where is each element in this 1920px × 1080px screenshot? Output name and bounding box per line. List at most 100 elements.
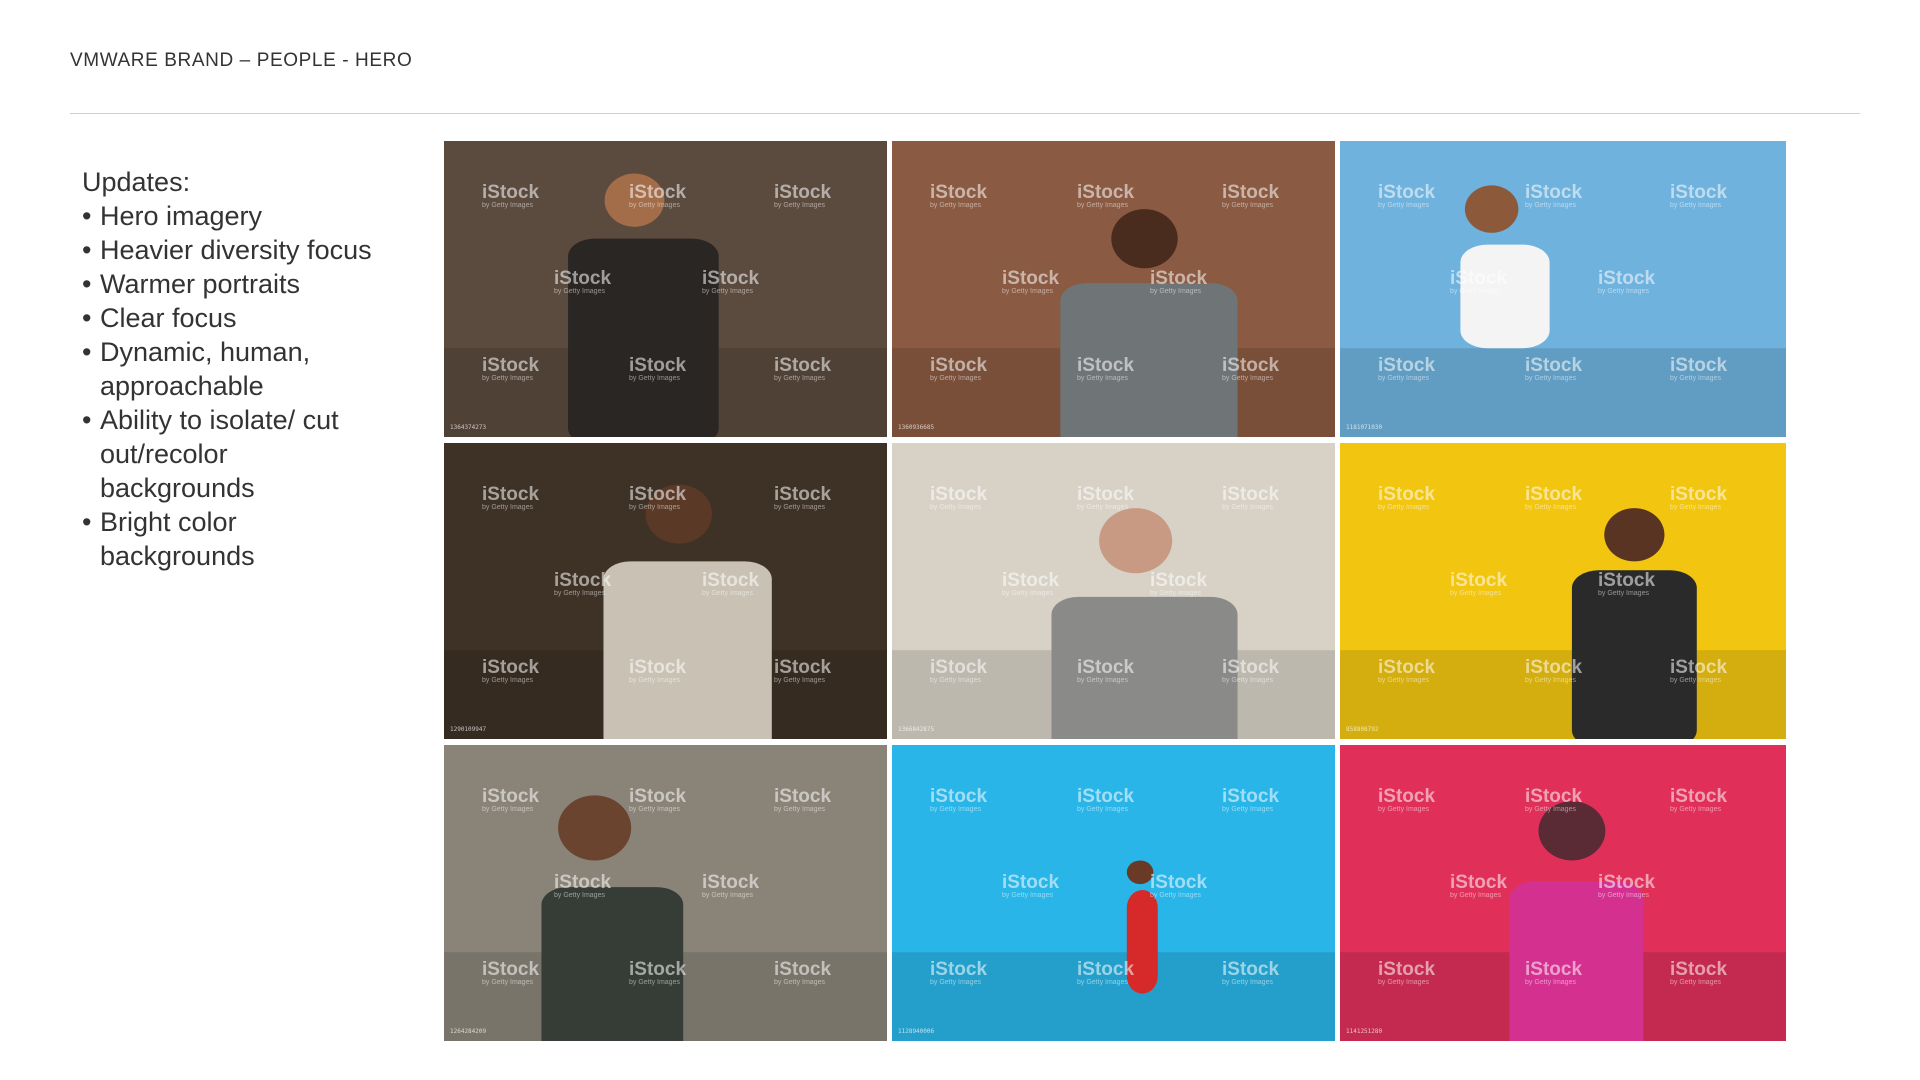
istock-watermark: iStock by Getty Images [1598, 268, 1656, 295]
photo-man-glasses-headphones: iStock by Getty Images iStock by Getty Imag… [444, 745, 887, 1041]
stock-photo-id: 1181071030 [1346, 424, 1383, 431]
photo-woman-walking-blue: iStock by Getty Images iStock by Getty Imag… [892, 745, 1335, 1041]
istock-watermark: iStock by Getty Images [1378, 786, 1436, 813]
istock-watermark: iStock by Getty Images [1150, 570, 1208, 597]
istock-watermark: iStock by Getty Images [1077, 484, 1135, 511]
istock-watermark: iStock by Getty Images [774, 355, 832, 382]
istock-watermark: iStock by Getty Images [774, 182, 832, 209]
istock-watermark: iStock by Getty Images [1670, 182, 1728, 209]
stock-photo-id: 1360936685 [898, 424, 935, 431]
list-item: Hero imagery [82, 199, 382, 233]
updates-list: Hero imagery Heavier diversity focus War… [82, 199, 382, 573]
istock-watermark: iStock by Getty Images [774, 484, 832, 511]
istock-watermark: iStock by Getty Images [1077, 182, 1135, 209]
istock-watermark: iStock by Getty Images [930, 959, 988, 986]
istock-watermark: iStock by Getty Images [629, 959, 687, 986]
istock-watermark: iStock by Getty Images [1222, 182, 1280, 209]
person-head [1099, 508, 1173, 574]
istock-watermark: iStock by Getty Images [629, 484, 687, 511]
istock-watermark: iStock by Getty Images [1525, 959, 1583, 986]
istock-watermark: iStock by Getty Images [1525, 657, 1583, 684]
istock-watermark: iStock by Getty Images [1002, 872, 1060, 899]
istock-watermark: iStock by Getty Images [702, 570, 760, 597]
list-item: Clear focus [82, 301, 382, 335]
istock-watermark: iStock by Getty Images [1150, 872, 1208, 899]
istock-watermark: iStock by Getty Images [1670, 355, 1728, 382]
photo-man-yellow-wall: iStock by Getty Images iStock by Getty Imag… [1340, 443, 1786, 739]
istock-watermark: iStock by Getty Images [1670, 484, 1728, 511]
photo-man-with-tablet: iStock by Getty Images iStock by Getty Imag… [892, 141, 1335, 437]
istock-watermark: iStock by Getty Images [554, 268, 612, 295]
updates-title: Updates: [82, 167, 191, 197]
istock-watermark: iStock by Getty Images [930, 182, 988, 209]
istock-watermark: iStock by Getty Images [1525, 182, 1583, 209]
person-body [1460, 244, 1550, 349]
istock-watermark: iStock by Getty Images [1598, 570, 1656, 597]
photo-man-with-laptop-blue: iStock by Getty Images iStock by Getty Imag… [1340, 141, 1786, 437]
istock-watermark: iStock by Getty Images [1378, 484, 1436, 511]
istock-watermark: iStock by Getty Images [482, 484, 540, 511]
istock-watermark: iStock by Getty Images [482, 786, 540, 813]
istock-watermark: iStock by Getty Images [1077, 657, 1135, 684]
updates-notes: Updates: Hero imagery Heavier diversity … [82, 165, 382, 573]
istock-watermark: iStock by Getty Images [1670, 657, 1728, 684]
photo-senior-woman-smiling: iStock by Getty Images iStock by Getty Imag… [892, 443, 1335, 739]
stock-photo-id: 858808792 [1346, 726, 1379, 733]
istock-watermark: iStock by Getty Images [774, 657, 832, 684]
person-head [1604, 508, 1665, 562]
list-item: Heavier diversity focus [82, 233, 382, 267]
istock-watermark: iStock by Getty Images [1378, 959, 1436, 986]
stock-photo-id: 1141251280 [1346, 1028, 1383, 1035]
istock-watermark: iStock by Getty Images [554, 570, 612, 597]
istock-watermark: iStock by Getty Images [1222, 786, 1280, 813]
stock-photo-id: 1128940006 [898, 1028, 935, 1035]
istock-watermark: iStock by Getty Images [930, 786, 988, 813]
istock-watermark: iStock by Getty Images [774, 959, 832, 986]
istock-watermark: iStock by Getty Images [629, 182, 687, 209]
istock-watermark: iStock by Getty Images [930, 657, 988, 684]
stock-photo-id: 1264284209 [450, 1028, 487, 1035]
istock-watermark: iStock by Getty Images [1002, 570, 1060, 597]
istock-watermark: iStock by Getty Images [1222, 959, 1280, 986]
istock-watermark: iStock by Getty Images [702, 268, 760, 295]
istock-watermark: iStock by Getty Images [1222, 484, 1280, 511]
istock-watermark: iStock by Getty Images [482, 959, 540, 986]
istock-watermark: iStock by Getty Images [1670, 786, 1728, 813]
istock-watermark: iStock by Getty Images [930, 355, 988, 382]
istock-watermark: iStock by Getty Images [1077, 959, 1135, 986]
istock-watermark: iStock by Getty Images [482, 355, 540, 382]
list-item: Ability to isolate/ cut out/recolor back… [82, 403, 382, 505]
istock-watermark: iStock by Getty Images [1670, 959, 1728, 986]
istock-watermark: iStock by Getty Images [930, 484, 988, 511]
photo-woman-neon-pink: iStock by Getty Images iStock by Getty Imag… [1340, 745, 1786, 1041]
istock-watermark: iStock by Getty Images [1077, 355, 1135, 382]
istock-watermark: iStock by Getty Images [482, 657, 540, 684]
istock-watermark: iStock by Getty Images [1222, 657, 1280, 684]
stock-photo-id: 1366842875 [898, 726, 935, 733]
page-header: VMWARE BRAND – PEOPLE - HERO [70, 50, 413, 71]
person-head [558, 795, 632, 861]
istock-watermark: iStock by Getty Images [1525, 786, 1583, 813]
istock-watermark: iStock by Getty Images [1450, 570, 1508, 597]
istock-watermark: iStock by Getty Images [629, 657, 687, 684]
istock-watermark: iStock by Getty Images [1222, 355, 1280, 382]
istock-watermark: iStock by Getty Images [1450, 268, 1508, 295]
person-head [1111, 209, 1178, 269]
photo-woman-office-laughing: iStock by Getty Images iStock by Getty Imag… [444, 141, 887, 437]
hero-photo-grid: iStock by Getty Images iStock by Getty Imag… [444, 141, 1787, 1041]
istock-watermark: iStock by Getty Images [554, 872, 612, 899]
istock-watermark: iStock by Getty Images [1378, 657, 1436, 684]
list-item: Bright color backgrounds [82, 505, 382, 573]
istock-watermark: iStock by Getty Images [1525, 355, 1583, 382]
istock-watermark: iStock by Getty Images [1378, 355, 1436, 382]
person-head [1464, 185, 1519, 233]
istock-watermark: iStock by Getty Images [1598, 872, 1656, 899]
istock-watermark: iStock by Getty Images [1378, 182, 1436, 209]
istock-watermark: iStock by Getty Images [1077, 786, 1135, 813]
istock-watermark: iStock by Getty Images [482, 182, 540, 209]
istock-watermark: iStock by Getty Images [774, 786, 832, 813]
header-divider [70, 113, 1860, 114]
istock-watermark: iStock by Getty Images [629, 786, 687, 813]
istock-watermark: iStock by Getty Images [1450, 872, 1508, 899]
istock-watermark: iStock by Getty Images [1002, 268, 1060, 295]
